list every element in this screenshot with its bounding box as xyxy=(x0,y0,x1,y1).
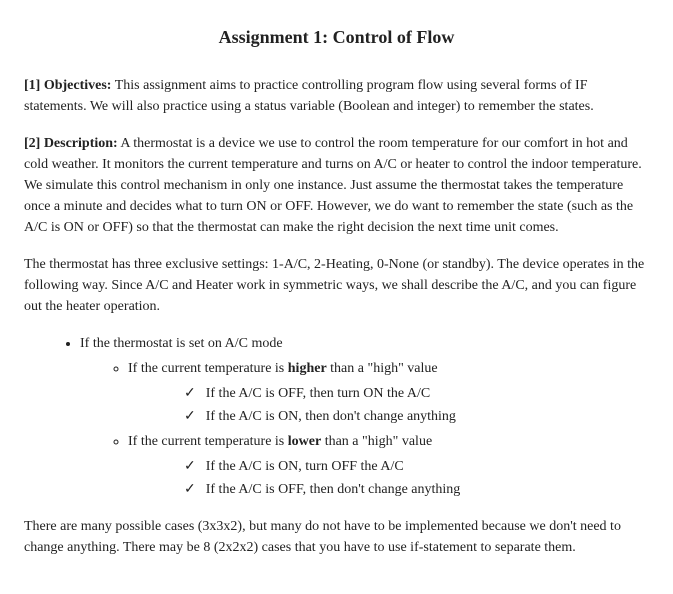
description-label: [2] Description: xyxy=(24,136,118,151)
list-item: If the A/C is OFF, then turn ON the A/C xyxy=(184,383,649,404)
description-paragraph: [2] Description: A thermostat is a devic… xyxy=(24,133,649,238)
list-item: If the current temperature is higher tha… xyxy=(128,358,649,427)
main-bullet-list: If the thermostat is set on A/C mode If … xyxy=(24,333,649,500)
bullet-text: If the thermostat is set on A/C mode xyxy=(80,336,283,351)
sub-post: than a "high" value xyxy=(327,361,438,376)
cases-paragraph: There are many possible cases (3x3x2), b… xyxy=(24,516,649,558)
sub-post: than a "high" value xyxy=(321,434,432,449)
sub-list: If the current temperature is higher tha… xyxy=(80,358,649,500)
check-text: If the A/C is OFF, then turn ON the A/C xyxy=(206,386,430,401)
objectives-paragraph: [1] Objectives: This assignment aims to … xyxy=(24,75,649,117)
list-item: If the current temperature is lower than… xyxy=(128,431,649,500)
check-text: If the A/C is ON, turn OFF the A/C xyxy=(206,459,404,474)
list-item: If the A/C is ON, turn OFF the A/C xyxy=(184,456,649,477)
check-list: If the A/C is ON, turn OFF the A/C If th… xyxy=(128,456,649,500)
sub-bold: higher xyxy=(288,361,327,376)
settings-paragraph: The thermostat has three exclusive setti… xyxy=(24,254,649,317)
sub-pre: If the current temperature is xyxy=(128,361,288,376)
list-item: If the A/C is ON, then don't change anyt… xyxy=(184,406,649,427)
check-text: If the A/C is ON, then don't change anyt… xyxy=(206,409,456,424)
list-item: If the thermostat is set on A/C mode If … xyxy=(80,333,649,500)
check-text: If the A/C is OFF, then don't change any… xyxy=(206,482,461,497)
check-list: If the A/C is OFF, then turn ON the A/C … xyxy=(128,383,649,427)
sub-bold: lower xyxy=(288,434,321,449)
list-item: If the A/C is OFF, then don't change any… xyxy=(184,479,649,500)
sub-pre: If the current temperature is xyxy=(128,434,288,449)
objectives-label: [1] Objectives: xyxy=(24,78,111,93)
page-title: Assignment 1: Control of Flow xyxy=(24,24,649,51)
